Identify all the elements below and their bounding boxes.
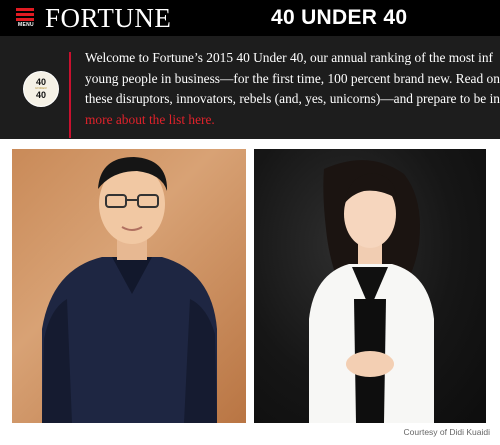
menu-bar-2 <box>16 13 34 16</box>
page-title: 40 UNDER 40 <box>271 6 408 29</box>
intro-line-3: these disruptors, innovators, rebels (an… <box>85 91 500 106</box>
accent-divider <box>69 52 71 138</box>
menu-bar-1 <box>16 8 34 11</box>
fortune-logo[interactable]: FORTUNE <box>45 4 171 32</box>
woman-portrait <box>309 160 434 423</box>
read-more-link[interactable]: more about the list here. <box>85 112 215 127</box>
40-under-40-badge-icon: 40 UNDER 40 <box>23 71 59 107</box>
man-portrait <box>42 157 217 423</box>
menu-bar-3 <box>16 18 34 21</box>
intro-paragraph: Welcome to Fortune’s 2015 40 Under 40, o… <box>85 48 500 130</box>
intro-section: 40 UNDER 40 Welcome to Fortune’s 2015 40… <box>0 36 500 139</box>
top-navigation-bar: MENU FORTUNE 40 UNDER 40 <box>0 0 500 36</box>
intro-line-1: Welcome to Fortune’s 2015 40 Under 40, o… <box>85 50 494 65</box>
intro-line-2: young people in business—for the first t… <box>85 70 500 86</box>
photo-man <box>12 149 246 423</box>
badge-bottom-number: 40 <box>35 90 46 100</box>
photo-credit: Courtesy of Didi Kuaidi <box>403 427 490 437</box>
hamburger-menu-icon[interactable]: MENU <box>16 8 34 28</box>
menu-label: MENU <box>18 22 34 28</box>
photo-woman <box>254 149 486 423</box>
